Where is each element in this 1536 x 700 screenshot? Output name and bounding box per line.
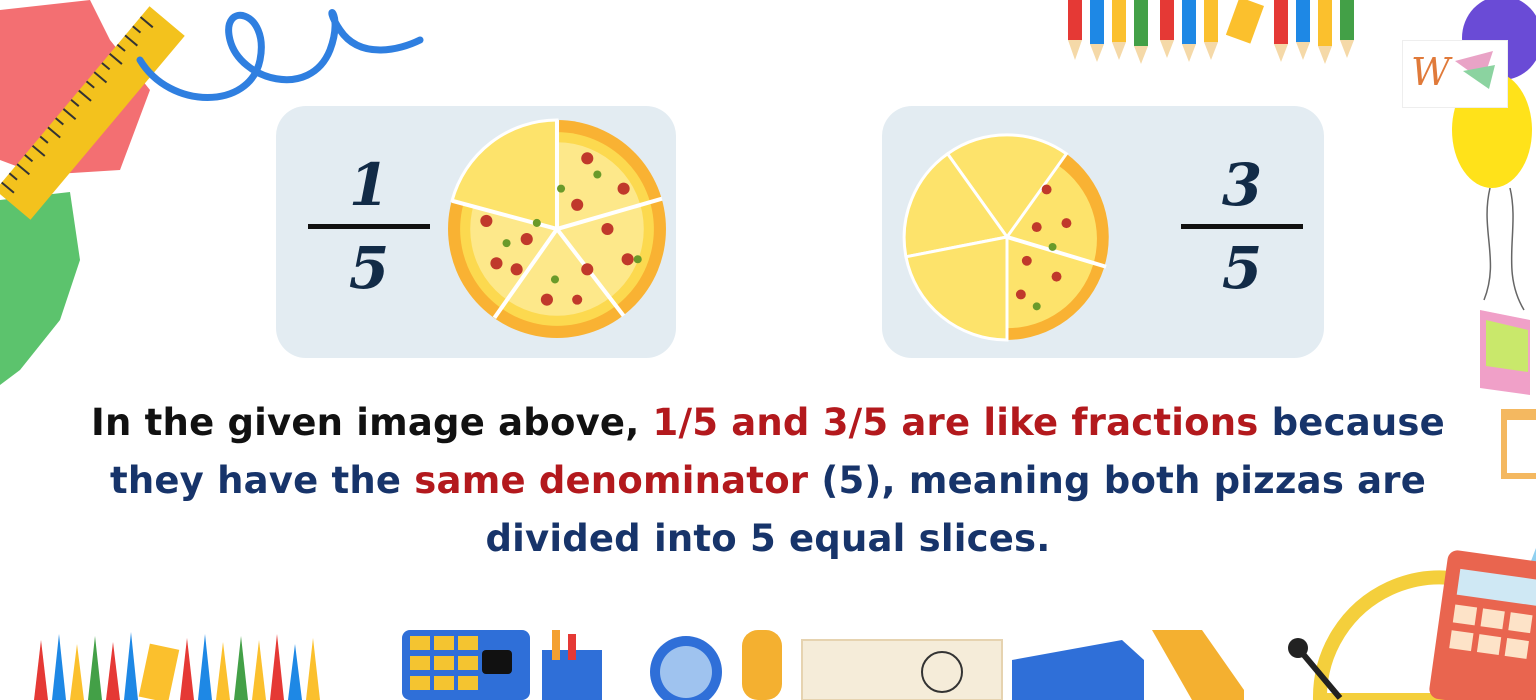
school-supplies-decoration — [402, 630, 1244, 700]
fraction-bar — [1181, 224, 1303, 229]
square-decoration — [1501, 409, 1536, 479]
pencil-icon — [34, 632, 320, 700]
left-numerator: 1 — [348, 151, 390, 219]
caption-text: In the given image above, 1/5 and 3/5 ar… — [90, 394, 1446, 568]
protractor-icon — [1288, 548, 1536, 700]
left-fraction: 1 5 — [308, 156, 430, 301]
caption-highlight-same-denominator: same denominator — [414, 459, 809, 502]
logo-icon: W — [1402, 40, 1508, 108]
left-denominator: 5 — [348, 234, 390, 302]
right-denominator: 5 — [1221, 234, 1263, 302]
svg-text:W: W — [1411, 50, 1453, 94]
right-numerator: 3 — [1221, 151, 1263, 219]
scribble-decoration — [136, 9, 424, 101]
pencil-icon — [1068, 0, 1354, 64]
fraction-bar — [308, 224, 430, 229]
pizza-icon — [448, 118, 666, 338]
caption-part-intro: In the given image above, — [91, 401, 653, 444]
pizza-icon — [902, 133, 1109, 342]
right-fraction: 3 5 — [1181, 156, 1303, 301]
calculator-icon — [402, 630, 530, 700]
caption-highlight-like-fractions: 1/5 and 3/5 are like fractions — [652, 401, 1259, 444]
